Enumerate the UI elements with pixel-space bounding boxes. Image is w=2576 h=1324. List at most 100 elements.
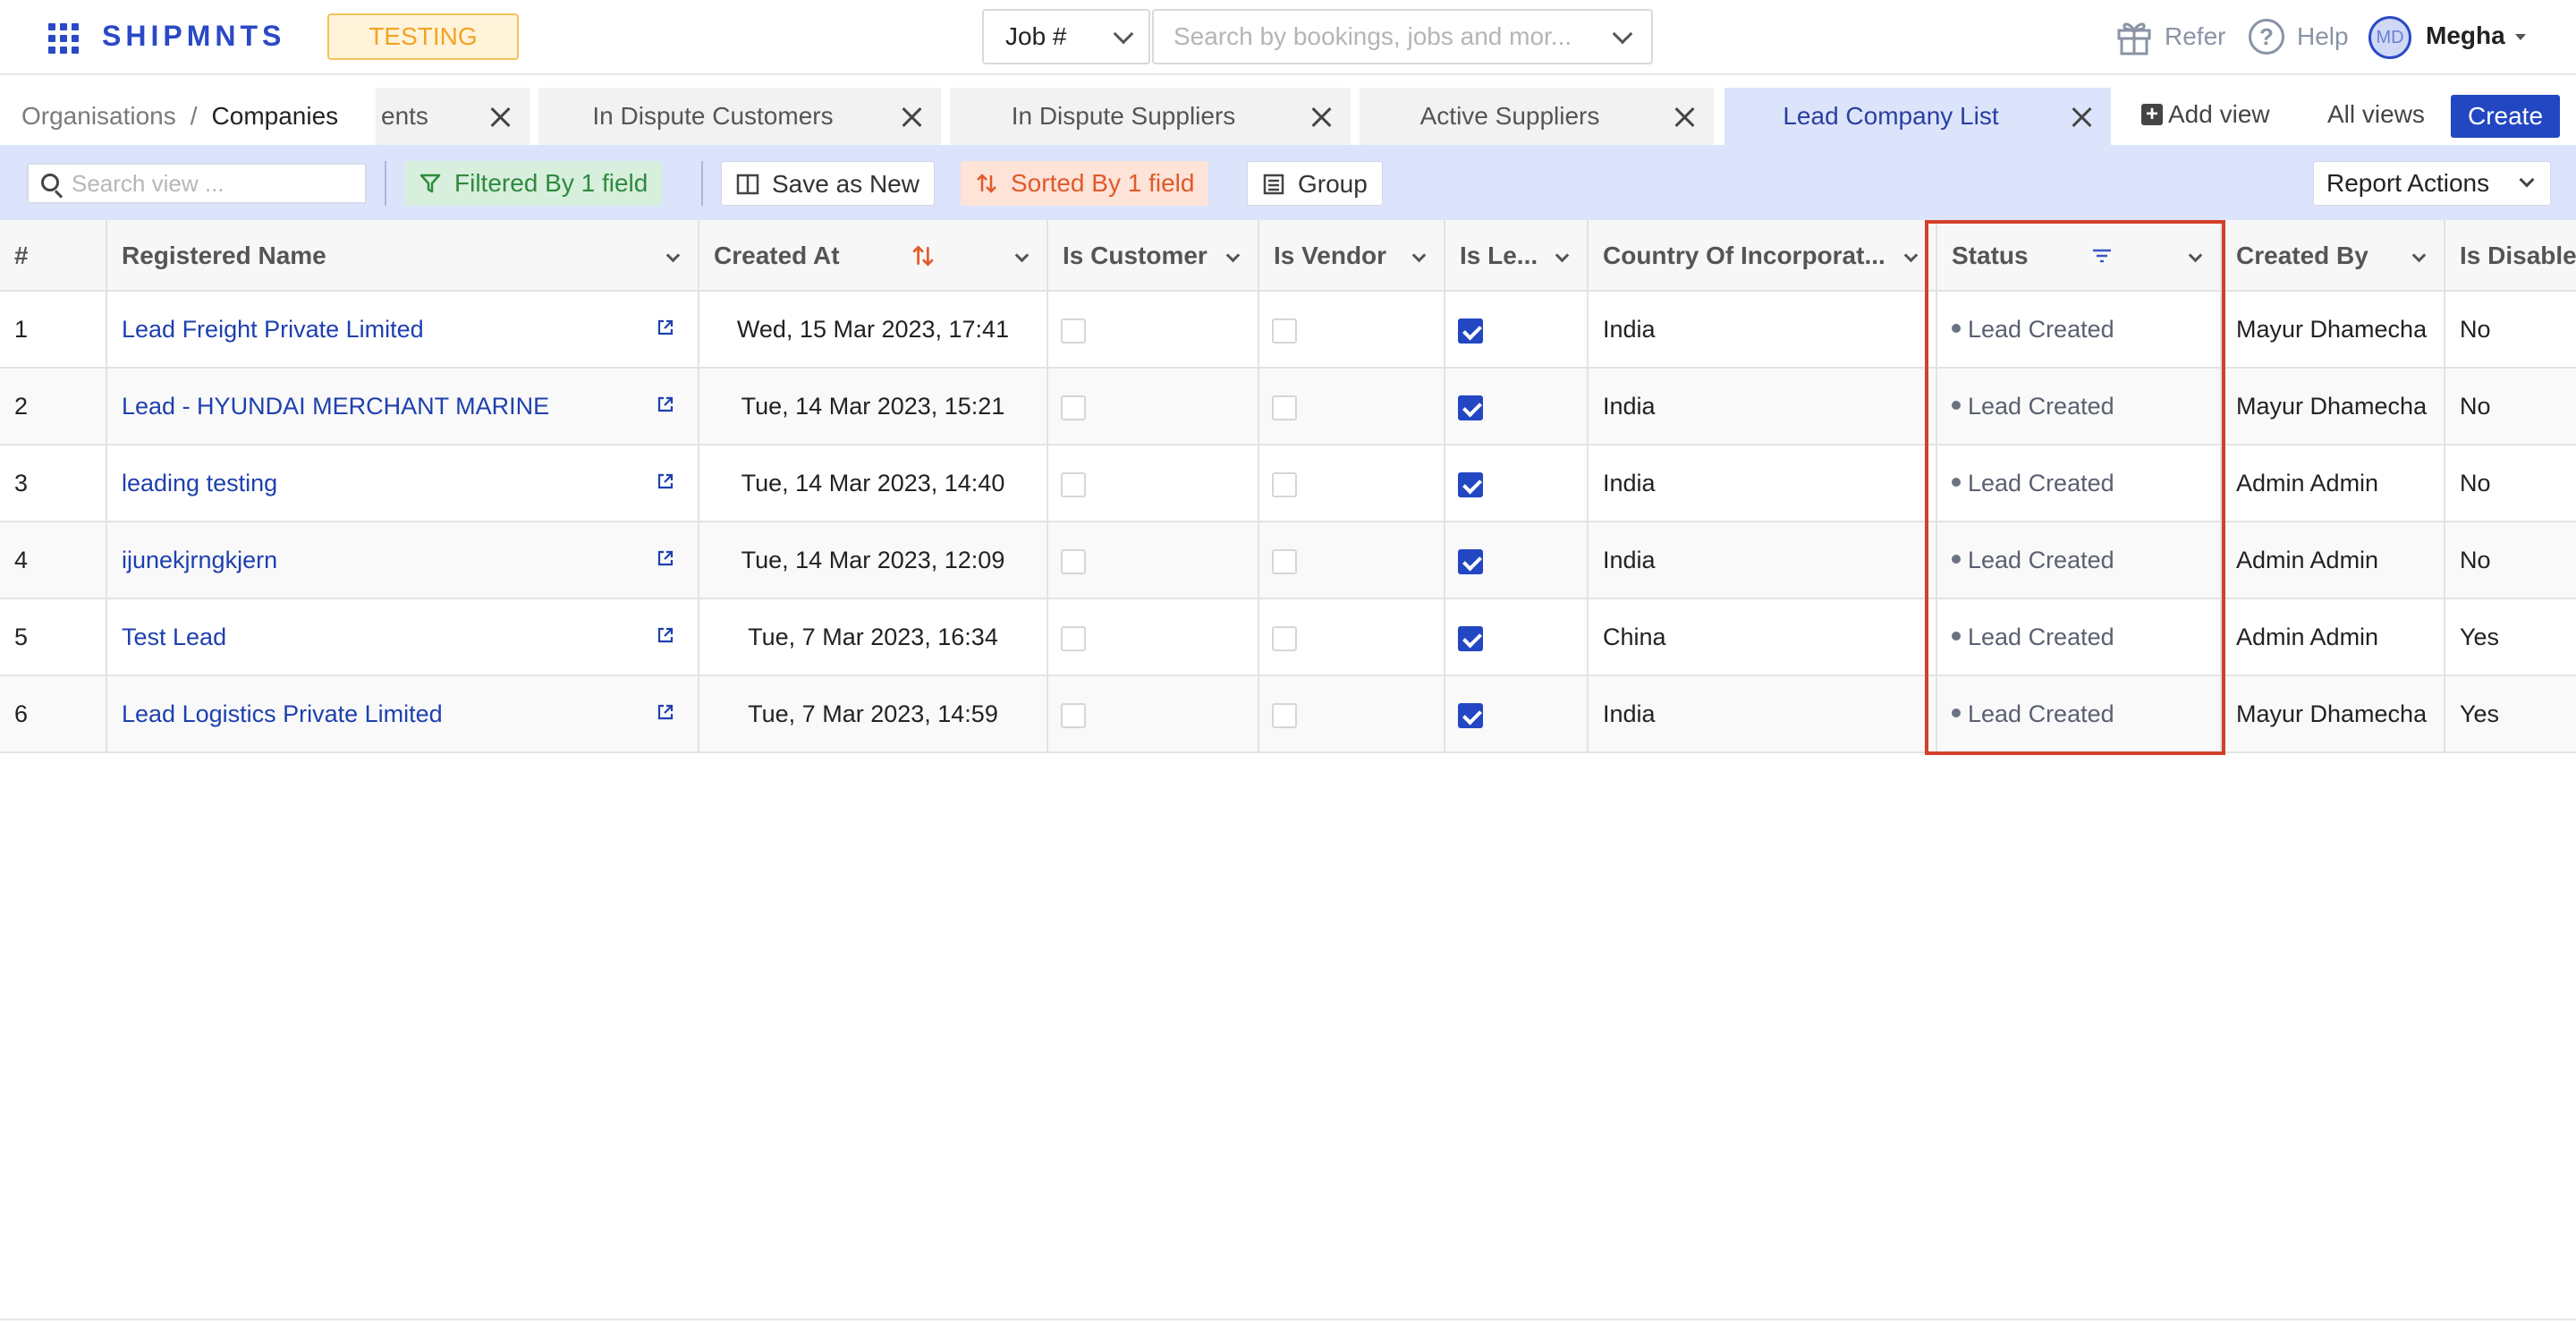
- unchecked-checkbox-icon[interactable]: [1061, 472, 1086, 497]
- chevron-down-icon[interactable]: [1903, 248, 1919, 263]
- column-header-status[interactable]: Status: [1937, 220, 2222, 292]
- refer-button[interactable]: Refer: [2116, 14, 2225, 59]
- is-customer-checkbox[interactable]: [1048, 369, 1259, 444]
- registered-name-link[interactable]: Lead - HYUNDAI MERCHANT MARINE: [107, 369, 699, 444]
- table-row[interactable]: 1 Lead Freight Private Limited Wed, 15 Mar…: [0, 292, 2576, 369]
- column-header-created-at[interactable]: Created At: [699, 220, 1048, 292]
- is-lead-checkbox[interactable]: [1445, 369, 1589, 444]
- is-vendor-checkbox[interactable]: [1259, 292, 1445, 367]
- registered-name-link[interactable]: ijunekjrngkjern: [107, 522, 699, 598]
- create-button[interactable]: Create: [2451, 95, 2560, 138]
- chevron-down-icon[interactable]: [2411, 248, 2427, 263]
- is-vendor-checkbox[interactable]: [1259, 446, 1445, 521]
- unchecked-checkbox-icon[interactable]: [1272, 318, 1297, 344]
- is-customer-checkbox[interactable]: [1048, 599, 1259, 675]
- report-actions-dropdown[interactable]: Report Actions: [2313, 161, 2551, 206]
- is-vendor-checkbox[interactable]: [1259, 676, 1445, 751]
- close-icon[interactable]: [1311, 107, 1331, 127]
- breadcrumb-organisations[interactable]: Organisations: [21, 102, 176, 130]
- checked-checkbox-icon[interactable]: [1458, 318, 1483, 344]
- column-header-is-customer[interactable]: Is Customer: [1048, 220, 1259, 292]
- is-lead-checkbox[interactable]: [1445, 292, 1589, 367]
- open-external-icon[interactable]: [657, 318, 674, 336]
- help-button[interactable]: ? Help: [2249, 14, 2349, 59]
- table-row[interactable]: 3 leading testing Tue, 14 Mar 2023, 14:40 I…: [0, 446, 2576, 522]
- add-view-button[interactable]: + Add view: [2141, 100, 2270, 129]
- registered-name-link-text[interactable]: Lead Logistics Private Limited: [122, 700, 443, 727]
- open-external-icon[interactable]: [657, 626, 674, 644]
- column-header-is-vendor[interactable]: Is Vendor: [1259, 220, 1445, 292]
- search-type-select[interactable]: Job #: [982, 9, 1150, 64]
- save-as-new-button[interactable]: Save as New: [721, 161, 935, 206]
- registered-name-link-text[interactable]: leading testing: [122, 470, 277, 496]
- is-vendor-checkbox[interactable]: [1259, 369, 1445, 444]
- checked-checkbox-icon[interactable]: [1458, 549, 1483, 574]
- registered-name-link-text[interactable]: ijunekjrngkjern: [122, 547, 277, 573]
- is-customer-checkbox[interactable]: [1048, 522, 1259, 598]
- table-row[interactable]: 4 ijunekjrngkjern Tue, 14 Mar 2023, 12:09 I…: [0, 522, 2576, 599]
- table-row[interactable]: 5 Test Lead Tue, 7 Mar 2023, 16:34 China Lea…: [0, 599, 2576, 676]
- is-vendor-checkbox[interactable]: [1259, 599, 1445, 675]
- brand-logo[interactable]: SHIPMNTS: [102, 20, 285, 53]
- unchecked-checkbox-icon[interactable]: [1272, 549, 1297, 574]
- sort-button[interactable]: Sorted By 1 field: [961, 161, 1209, 206]
- is-lead-checkbox[interactable]: [1445, 522, 1589, 598]
- tab-active-suppliers[interactable]: Active Suppliers: [1360, 88, 1714, 145]
- checked-checkbox-icon[interactable]: [1458, 395, 1483, 420]
- user-menu[interactable]: Megha: [2426, 21, 2505, 50]
- column-header-created-by[interactable]: Created By: [2222, 220, 2445, 292]
- open-external-icon[interactable]: [657, 703, 674, 721]
- unchecked-checkbox-icon[interactable]: [1272, 703, 1297, 728]
- is-lead-checkbox[interactable]: [1445, 446, 1589, 521]
- is-customer-checkbox[interactable]: [1048, 446, 1259, 521]
- is-customer-checkbox[interactable]: [1048, 676, 1259, 751]
- open-external-icon[interactable]: [657, 549, 674, 567]
- filter-button[interactable]: Filtered By 1 field: [404, 161, 663, 206]
- table-row[interactable]: 2 Lead - HYUNDAI MERCHANT MARINE Tue, 14 M…: [0, 369, 2576, 446]
- is-customer-checkbox[interactable]: [1048, 292, 1259, 367]
- unchecked-checkbox-icon[interactable]: [1061, 626, 1086, 651]
- registered-name-link-text[interactable]: Lead Freight Private Limited: [122, 316, 424, 343]
- is-lead-checkbox[interactable]: [1445, 676, 1589, 751]
- registered-name-link-text[interactable]: Lead - HYUNDAI MERCHANT MARINE: [122, 393, 549, 420]
- apps-grid-icon[interactable]: [48, 23, 79, 54]
- view-search-input[interactable]: Search view ...: [27, 163, 367, 204]
- global-search-input[interactable]: Search by bookings, jobs and mor...: [1152, 9, 1653, 64]
- column-header-is-lead[interactable]: Is Le...: [1445, 220, 1589, 292]
- checked-checkbox-icon[interactable]: [1458, 626, 1483, 651]
- caret-down-icon[interactable]: [2515, 34, 2526, 40]
- checked-checkbox-icon[interactable]: [1458, 703, 1483, 728]
- tab-in-dispute-suppliers[interactable]: In Dispute Suppliers: [950, 88, 1351, 145]
- is-lead-checkbox[interactable]: [1445, 599, 1589, 675]
- chevron-down-icon[interactable]: [1225, 248, 1241, 263]
- unchecked-checkbox-icon[interactable]: [1061, 318, 1086, 344]
- column-header-country[interactable]: Country Of Incorporat...: [1589, 220, 1937, 292]
- is-vendor-checkbox[interactable]: [1259, 522, 1445, 598]
- close-icon[interactable]: [490, 107, 510, 127]
- unchecked-checkbox-icon[interactable]: [1272, 626, 1297, 651]
- open-external-icon[interactable]: [657, 395, 674, 413]
- column-header-is-disabled[interactable]: Is Disable: [2445, 220, 2576, 292]
- registered-name-link[interactable]: Lead Logistics Private Limited: [107, 676, 699, 751]
- table-row[interactable]: 6 Lead Logistics Private Limited Tue, 7 Ma…: [0, 676, 2576, 753]
- group-button[interactable]: Group: [1247, 161, 1383, 206]
- tab-in-dispute-customers[interactable]: In Dispute Customers: [538, 88, 941, 145]
- tab-view-partial[interactable]: ents: [376, 88, 530, 145]
- column-header-registered-name[interactable]: Registered Name: [107, 220, 699, 292]
- close-icon[interactable]: [902, 107, 921, 127]
- registered-name-link[interactable]: Test Lead: [107, 599, 699, 675]
- checked-checkbox-icon[interactable]: [1458, 472, 1483, 497]
- filter-lines-icon[interactable]: [2091, 247, 2113, 265]
- tab-lead-company-list[interactable]: Lead Company List: [1724, 88, 2111, 145]
- chevron-down-icon[interactable]: [1014, 248, 1030, 263]
- registered-name-link[interactable]: leading testing: [107, 446, 699, 521]
- chevron-down-icon[interactable]: [2188, 248, 2203, 263]
- chevron-down-icon[interactable]: [1411, 248, 1427, 263]
- unchecked-checkbox-icon[interactable]: [1061, 703, 1086, 728]
- all-views-button[interactable]: All views: [2327, 100, 2425, 129]
- close-icon[interactable]: [1674, 107, 1694, 127]
- avatar[interactable]: MD: [2368, 16, 2411, 59]
- sort-icon[interactable]: [911, 243, 936, 268]
- chevron-down-icon[interactable]: [665, 248, 681, 263]
- chevron-down-icon[interactable]: [1555, 248, 1570, 263]
